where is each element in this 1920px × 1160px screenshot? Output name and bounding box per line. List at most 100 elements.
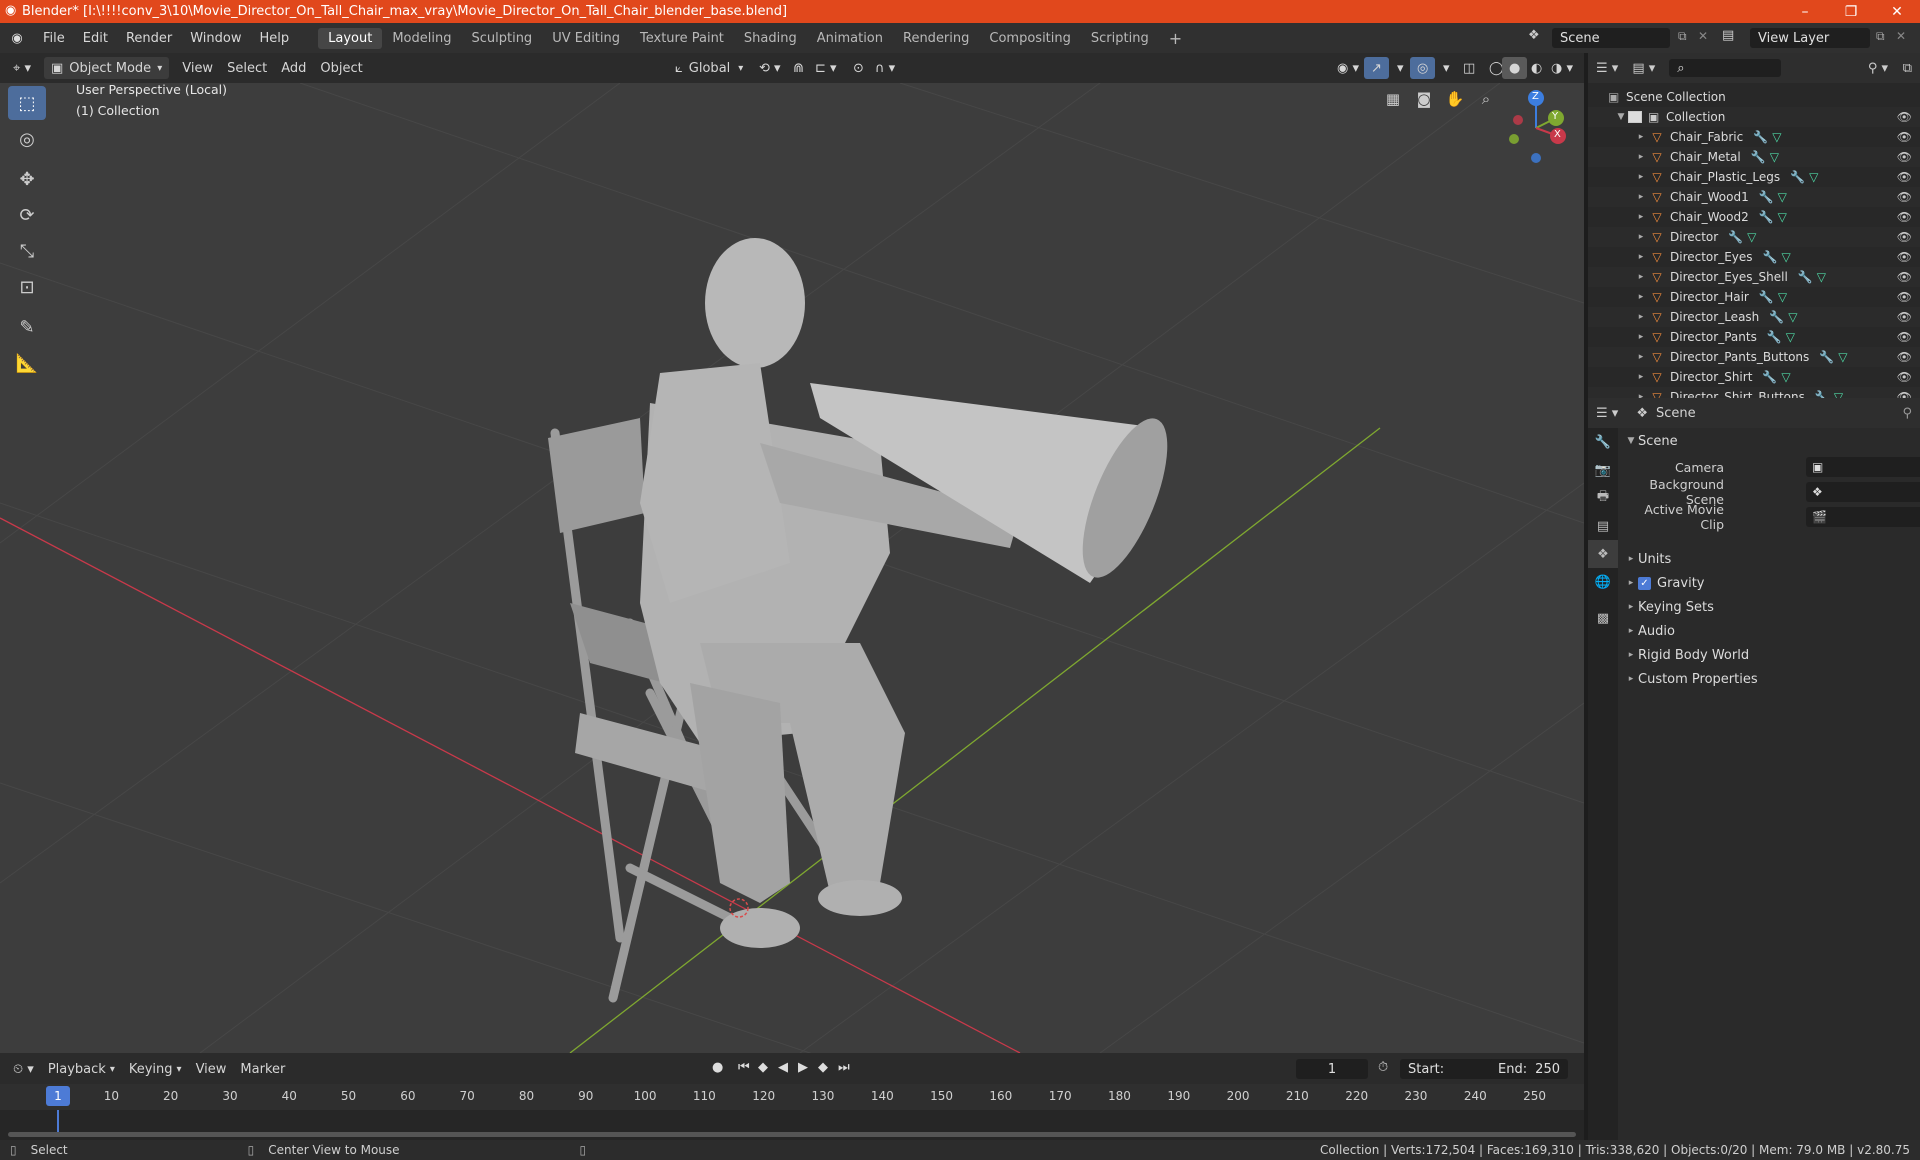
jump-keyframe-back-icon[interactable]: ◆	[758, 1060, 768, 1075]
overlays-toggle-icon[interactable]: ◎	[1410, 57, 1436, 79]
workspace-tab-animation[interactable]: Animation	[807, 28, 893, 49]
scale-tool-icon[interactable]: ⤡	[8, 234, 46, 268]
mesh-data-icon[interactable]: ▽	[1778, 190, 1787, 204]
modifier-wrench-icon[interactable]: 🔧	[1759, 290, 1774, 304]
outliner-object-row[interactable]: ▸ ▽ Director_Pants_Buttons 🔧 ▽ 👁	[1588, 347, 1920, 367]
end-frame-field[interactable]: End: 250	[1490, 1059, 1568, 1079]
workspace-tab-shading[interactable]: Shading	[734, 28, 807, 49]
camera-field[interactable]: ▣✎	[1806, 457, 1920, 477]
expand-triangle-icon[interactable]: ▸	[1634, 252, 1648, 262]
new-collection-icon[interactable]: ⧉	[1903, 61, 1912, 76]
filter-icon[interactable]: ⚲ ▾	[1868, 61, 1888, 76]
workspace-tab-rendering[interactable]: Rendering	[893, 28, 979, 49]
view-layer-icon[interactable]: ▤	[1722, 28, 1734, 43]
world-tab-icon[interactable]: 🌐	[1588, 568, 1618, 596]
modifier-wrench-icon[interactable]: 🔧	[1767, 330, 1782, 344]
delete-view-layer-icon[interactable]: ✕	[1896, 29, 1906, 43]
workspace-tab-modeling[interactable]: Modeling	[382, 28, 461, 49]
eye-icon[interactable]: 👁	[1897, 290, 1912, 304]
outliner-editor-type-icon[interactable]: ☰ ▾	[1596, 61, 1618, 76]
display-mode-icon[interactable]: ▤ ▾	[1632, 61, 1655, 76]
workspace-tab-texture-paint[interactable]: Texture Paint	[630, 28, 734, 49]
subpanel-header[interactable]: ▸ Custom Properties	[1624, 668, 1920, 690]
cursor-tool-icon[interactable]: ◎	[8, 122, 46, 156]
menu-view[interactable]: View	[175, 57, 220, 79]
outliner-object-row[interactable]: ▸ ▽ Chair_Plastic_Legs 🔧 ▽ 👁	[1588, 167, 1920, 187]
editor-type-icon[interactable]: ⌖ ▾	[6, 57, 38, 79]
modifier-wrench-icon[interactable]: 🔧	[1819, 350, 1834, 364]
workspace-tab-compositing[interactable]: Compositing	[979, 28, 1081, 49]
overlays-dropdown-icon[interactable]: ▾	[1436, 57, 1457, 79]
annotate-tool-icon[interactable]: ✎	[8, 310, 46, 344]
navigation-gizmo[interactable]: Z Y X	[1500, 88, 1580, 168]
expand-triangle-icon[interactable]: ▸	[1634, 212, 1648, 222]
workspace-tab-scripting[interactable]: Scripting	[1081, 28, 1159, 49]
subpanel-header[interactable]: ▸ Units	[1624, 548, 1920, 570]
playhead-marker[interactable]: 1	[46, 1086, 70, 1106]
outliner-object-row[interactable]: ▸ ▽ Chair_Fabric 🔧 ▽ 👁	[1588, 127, 1920, 147]
modifier-wrench-icon[interactable]: 🔧	[1751, 150, 1766, 164]
modifier-wrench-icon[interactable]: 🔧	[1763, 250, 1778, 264]
outliner-scene-collection[interactable]: ▣ Scene Collection	[1588, 87, 1920, 107]
gizmo-dropdown-icon[interactable]: ▾	[1390, 57, 1411, 79]
modifier-wrench-icon[interactable]: 🔧	[1759, 210, 1774, 224]
scene-selector-icon[interactable]: ❖	[1528, 28, 1540, 43]
eye-icon[interactable]: 👁	[1897, 110, 1912, 124]
active-movie-clip-field[interactable]: 🎬	[1806, 507, 1920, 527]
outliner-object-row[interactable]: ▸ ▽ Director_Eyes_Shell 🔧 ▽ 👁	[1588, 267, 1920, 287]
outliner-object-row[interactable]: ▸ ▽ Chair_Wood1 🔧 ▽ 👁	[1588, 187, 1920, 207]
timeline-scrollbar[interactable]	[8, 1132, 1576, 1137]
gizmo-toggle-icon[interactable]: ↗	[1364, 57, 1389, 79]
expand-triangle-icon[interactable]: ▸	[1634, 372, 1648, 382]
mesh-data-icon[interactable]: ▽	[1786, 330, 1795, 344]
outliner-object-row[interactable]: ▸ ▽ Director_Eyes 🔧 ▽ 👁	[1588, 247, 1920, 267]
mesh-data-icon[interactable]: ▽	[1817, 270, 1826, 284]
expand-triangle-icon[interactable]: ▸	[1634, 132, 1648, 142]
close-button[interactable]: ✕	[1874, 0, 1920, 23]
menu-timeline-view[interactable]: View	[189, 1058, 234, 1080]
expand-triangle-icon[interactable]: ▸	[1634, 292, 1648, 302]
collapse-triangle-icon[interactable]: ▼	[1614, 112, 1628, 122]
move-tool-icon[interactable]: ✥	[8, 162, 46, 196]
mesh-data-icon[interactable]: ▽	[1770, 150, 1779, 164]
eye-icon[interactable]: 👁	[1897, 190, 1912, 204]
expand-triangle-icon[interactable]: ▸	[1634, 192, 1648, 202]
gravity-checkbox[interactable]: ✓	[1638, 576, 1651, 590]
add-workspace-button[interactable]: +	[1159, 26, 1192, 51]
mesh-data-icon[interactable]: ▽	[1781, 370, 1790, 384]
outliner-object-row[interactable]: ▸ ▽ Director_Pants 🔧 ▽ 👁	[1588, 327, 1920, 347]
restore-button[interactable]: ❐	[1828, 0, 1874, 23]
outliner-object-row[interactable]: ▸ ▽ Chair_Metal 🔧 ▽ 👁	[1588, 147, 1920, 167]
modifier-wrench-icon[interactable]: 🔧	[1798, 270, 1813, 284]
menu-marker[interactable]: Marker	[233, 1058, 292, 1080]
outliner-object-row[interactable]: ▸ ▽ Director_Leash 🔧 ▽ 👁	[1588, 307, 1920, 327]
timeline-track[interactable]	[0, 1110, 1584, 1140]
eye-icon[interactable]: 👁	[1897, 130, 1912, 144]
menu-select[interactable]: Select	[220, 57, 274, 79]
3d-viewport[interactable]: User Perspective (Local) (1) Collection …	[0, 83, 1584, 1053]
jump-end-icon[interactable]: ⏭	[838, 1060, 850, 1075]
view-layer-field[interactable]: View Layer	[1750, 28, 1870, 48]
select-box-tool-icon[interactable]: ⬚	[8, 86, 46, 120]
expand-triangle-icon[interactable]: ▸	[1634, 352, 1648, 362]
modifier-wrench-icon[interactable]: 🔧	[1762, 370, 1777, 384]
play-reverse-icon[interactable]: ◀	[778, 1060, 788, 1075]
mesh-data-icon[interactable]: ▽	[1809, 170, 1818, 184]
menu-edit[interactable]: Edit	[74, 31, 117, 46]
menu-keying[interactable]: Keying ▾	[122, 1058, 189, 1080]
jump-start-icon[interactable]: ⏮	[738, 1060, 750, 1075]
xray-icon[interactable]: ◫	[1456, 57, 1482, 79]
expand-triangle-icon[interactable]: ▸	[1634, 272, 1648, 282]
mesh-data-icon[interactable]: ▽	[1747, 230, 1756, 244]
workspace-tab-sculpting[interactable]: Sculpting	[461, 28, 542, 49]
scene-field[interactable]: Scene	[1552, 28, 1670, 48]
timeline-editor-type-icon[interactable]: ⏲ ▾	[6, 1058, 41, 1080]
collection-checkbox[interactable]	[1628, 111, 1642, 123]
subpanel-header[interactable]: ▸ Audio	[1624, 620, 1920, 642]
play-icon[interactable]: ▶	[798, 1060, 808, 1075]
record-icon[interactable]: ●	[712, 1060, 723, 1075]
modifier-wrench-icon[interactable]: 🔧	[1728, 230, 1743, 244]
zoom-icon[interactable]: ⌕	[1472, 85, 1500, 113]
tool-tab-icon[interactable]: 🔧	[1588, 428, 1618, 456]
view-layer-tab-icon[interactable]: ▤	[1588, 512, 1618, 540]
